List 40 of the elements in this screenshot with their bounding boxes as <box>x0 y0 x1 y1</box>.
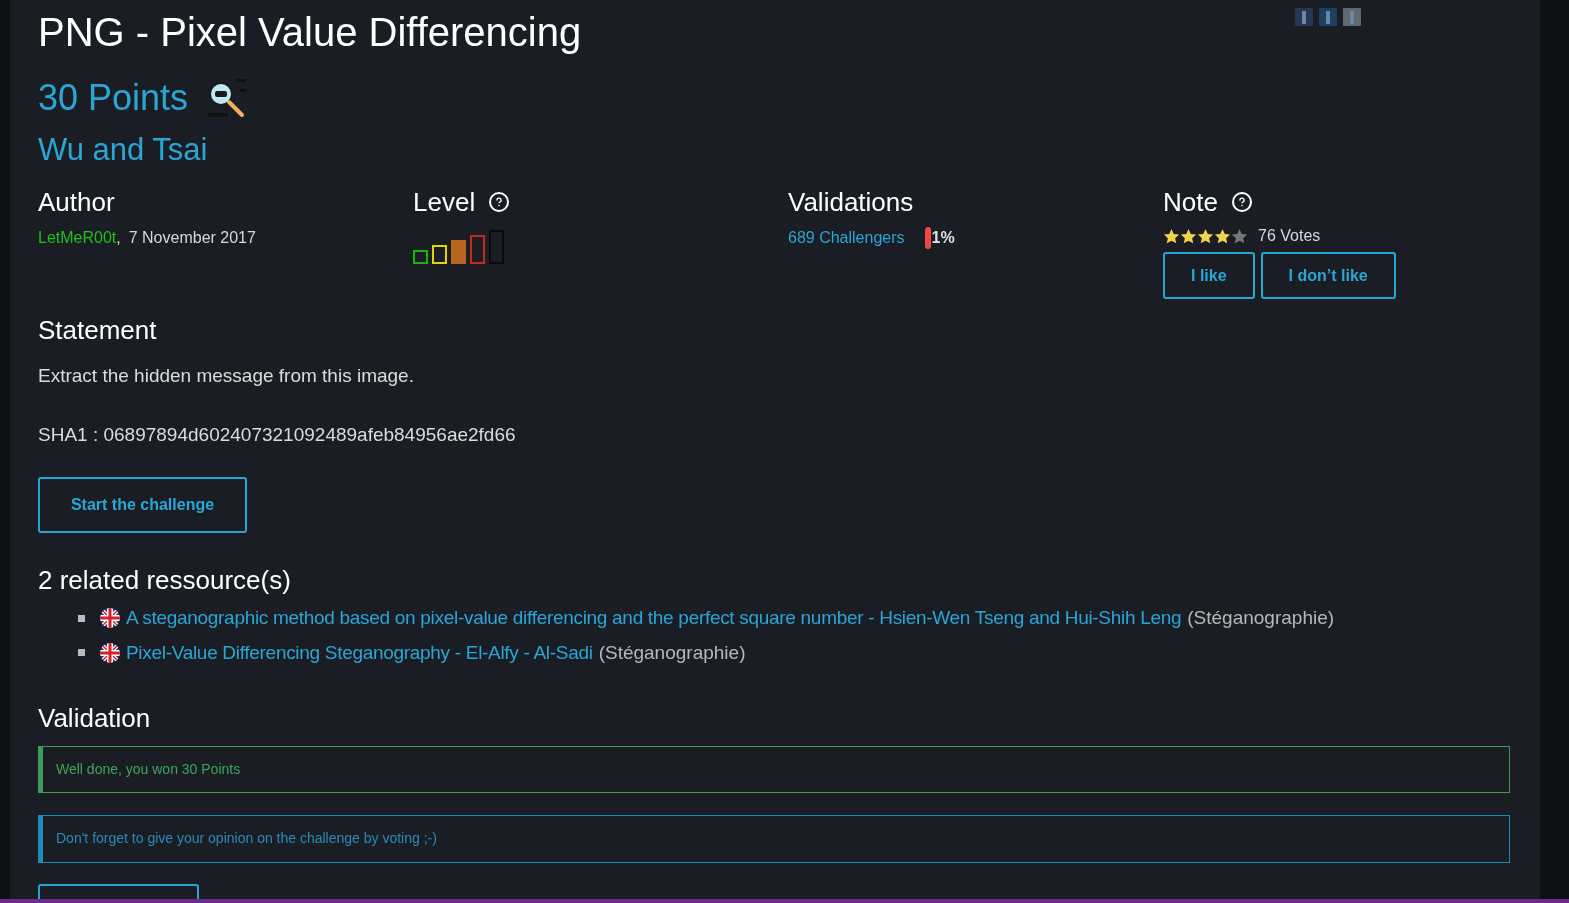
magnifier-binary-icon <box>206 77 249 119</box>
resource-category: (Stéganographie) <box>1187 606 1335 630</box>
section-heading: Validation <box>38 702 152 735</box>
section-heading: Statement <box>38 314 158 347</box>
section-heading: Validations <box>788 185 914 219</box>
section-heading: Note <box>1163 185 1218 219</box>
star-icon <box>1163 227 1180 245</box>
bullet-icon <box>78 649 85 657</box>
percentage-text: 1% <box>931 228 955 248</box>
start-challenge-button[interactable]: Start the challenge <box>38 477 247 533</box>
challengers-link[interactable]: 689 Challengers <box>788 226 905 250</box>
section-heading: Level <box>413 185 476 219</box>
help-icon[interactable] <box>489 192 510 212</box>
star-icon <box>1180 227 1197 245</box>
votes-count: 76 Votes <box>1258 226 1321 246</box>
resource-link[interactable]: Pixel-Value Differencing Steganography - El-Alfy - Al-Sadi <box>126 638 593 667</box>
separator: , <box>116 228 121 248</box>
date-text: 7 November 2017 <box>128 228 256 248</box>
section-heading: 2 related ressource(s) <box>38 564 292 597</box>
points-label: 30 Points <box>38 76 189 120</box>
star-icon <box>1214 227 1231 245</box>
statement-text: SHA1 : 06897894d602407321092489afeb84956ae2fd66 <box>38 422 517 447</box>
star-icon <box>1231 227 1248 245</box>
alert-message: Don't forget to give your opinion on the challenge by voting ;-) <box>38 815 1510 863</box>
section-heading: Author <box>38 185 115 219</box>
union-flag-icon <box>100 608 120 629</box>
percentage-bar <box>924 227 931 249</box>
vote-button[interactable]: I don’t like <box>1260 252 1396 299</box>
resource-link[interactable]: A steganographic method based on pixel-value differencing and the perfect square number - Hsien-Wen Tseng and Hui-Shih Leng <box>126 604 1182 633</box>
subtitle: Wu and Tsai <box>38 131 209 169</box>
bullet-icon <box>78 614 85 622</box>
star-icon <box>1197 227 1214 245</box>
vote-button[interactable]: I like <box>1163 252 1255 299</box>
statement-text: Extract the hidden message from this image. <box>38 364 415 388</box>
resource-category: (Stéganographie) <box>598 640 746 665</box>
author-link[interactable]: LetMeR00t <box>38 226 117 250</box>
union-flag-icon <box>100 642 120 663</box>
page-title: PNG - Pixel Value Differencing <box>38 9 582 56</box>
alert-message: Well done, you won 30 Points <box>38 746 1510 794</box>
help-icon[interactable] <box>1231 192 1252 212</box>
